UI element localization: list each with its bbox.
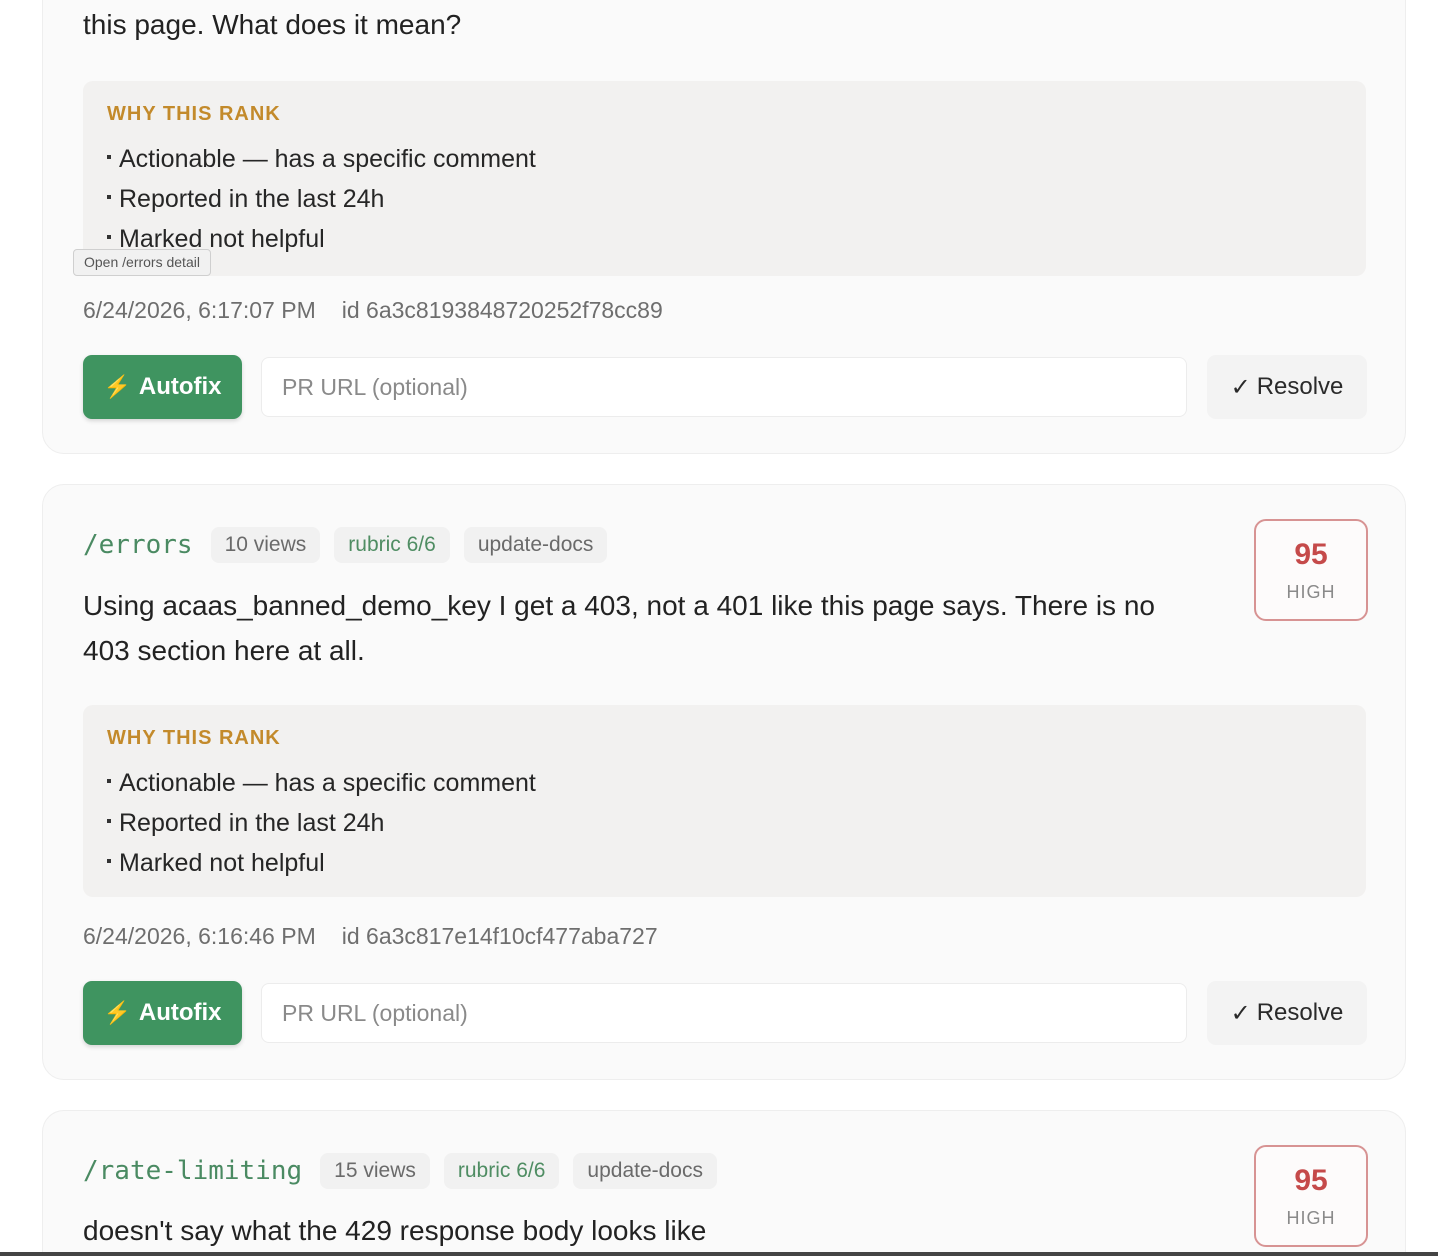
why-this-rank-box: WHY THIS RANK Actionable — has a specifi…: [83, 81, 1366, 276]
timestamp: 6/24/2026, 6:16:46 PM: [83, 923, 316, 949]
lightning-bolt-icon: ⚡: [103, 374, 131, 399]
lightning-bolt-icon: ⚡: [103, 1000, 131, 1025]
why-this-rank-title: WHY THIS RANK: [107, 103, 281, 125]
feedback-comment: Using acaas_banned_demo_key I get a 403,…: [83, 590, 1155, 666]
window-bottom-edge: [0, 1252, 1438, 1256]
feedback-meta: 6/24/2026, 6:16:46 PM id 6a3c817e14f10cf4…: [83, 923, 658, 950]
score-value: 95: [1294, 1164, 1328, 1197]
feedback-card: /errors 10 views rubric 6/6 update-docs …: [42, 484, 1406, 1080]
rank-reason: Actionable — has a specific comment: [107, 139, 1342, 179]
why-this-rank-title: WHY THIS RANK: [107, 727, 281, 749]
views-badge: 15 views: [320, 1153, 430, 1189]
rank-reason: Reported in the last 24h: [107, 179, 1342, 219]
checkmark-icon: ✓: [1230, 999, 1251, 1027]
timestamp: 6/24/2026, 6:17:07 PM: [83, 297, 316, 323]
rank-reason: Marked not helpful: [107, 843, 1342, 883]
why-this-rank-box: WHY THIS RANK Actionable — has a specifi…: [83, 705, 1366, 897]
action-badge: update-docs: [463, 527, 608, 563]
autofix-button[interactable]: ⚡ Autofix: [83, 981, 242, 1045]
page-path-link[interactable]: /rate-limiting: [83, 1156, 302, 1186]
pr-url-input[interactable]: [261, 983, 1187, 1043]
tooltip: Open /errors detail: [73, 249, 211, 276]
checkmark-icon: ✓: [1230, 373, 1251, 401]
resolve-button[interactable]: ✓ Resolve: [1207, 981, 1367, 1045]
feedback-card: /rate-limiting 15 views rubric 6/6 updat…: [42, 1110, 1406, 1256]
page-path-link[interactable]: /errors: [83, 530, 193, 560]
score-badge: 95 HIGH: [1254, 519, 1368, 621]
score-badge: 95 HIGH: [1254, 1145, 1368, 1247]
priority-level: HIGH: [1286, 582, 1336, 602]
feedback-card: this page. What does it mean? WHY THIS R…: [42, 0, 1406, 454]
score-value: 95: [1294, 538, 1328, 571]
pr-url-input[interactable]: [261, 357, 1187, 417]
rubric-badge: rubric 6/6: [334, 527, 450, 563]
card-header: /errors 10 views rubric 6/6 update-docs: [83, 525, 608, 565]
resolve-button[interactable]: ✓ Resolve: [1207, 355, 1367, 419]
views-badge: 10 views: [210, 527, 321, 563]
rank-reason: Marked not helpful: [107, 219, 1342, 259]
feedback-meta: 6/24/2026, 6:17:07 PM id 6a3c819384872025…: [83, 297, 663, 324]
feedback-id: id 6a3c8193848720252f78cc89: [341, 297, 663, 323]
feedback-comment: this page. What does it mean?: [83, 9, 462, 40]
feedback-id: id 6a3c817e14f10cf477aba727: [341, 923, 658, 949]
feedback-comment: doesn't say what the 429 response body l…: [83, 1215, 707, 1246]
rank-reason: Actionable — has a specific comment: [107, 763, 1342, 803]
card-header: /rate-limiting 15 views rubric 6/6 updat…: [83, 1151, 717, 1191]
action-badge: update-docs: [573, 1153, 717, 1189]
rubric-badge: rubric 6/6: [443, 1153, 560, 1189]
autofix-button[interactable]: ⚡ Autofix: [83, 355, 242, 419]
priority-level: HIGH: [1286, 1208, 1336, 1228]
rank-reason: Reported in the last 24h: [107, 803, 1342, 843]
